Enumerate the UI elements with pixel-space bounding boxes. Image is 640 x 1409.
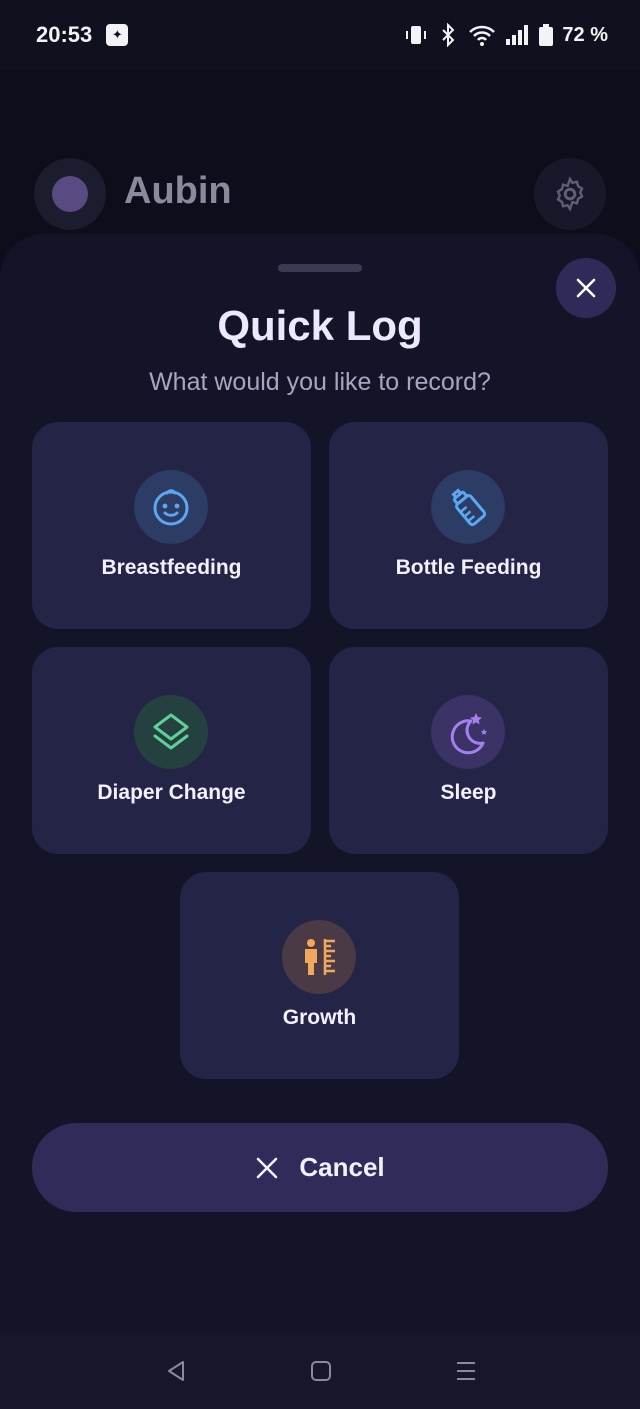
diaper-change-option[interactable]: Diaper Change (32, 647, 311, 854)
status-time: 20:53 (36, 22, 93, 47)
layers-icon (134, 695, 208, 769)
status-bar: 20:53 ✦ 72 % (0, 0, 640, 70)
drag-handle[interactable] (278, 264, 362, 272)
recents-button[interactable] (449, 1354, 483, 1388)
moon-stars-icon (431, 695, 505, 769)
sleep-label: Sleep (440, 781, 497, 804)
notification-app-icon: ✦ (106, 24, 129, 46)
system-nav-bar (0, 1332, 640, 1409)
status-icons: 72 % (404, 0, 608, 70)
height-ruler-icon (282, 920, 356, 994)
gear-icon (556, 176, 584, 212)
bottle-feeding-option[interactable]: Bottle Feeding (329, 422, 608, 629)
home-square-icon (311, 1361, 331, 1381)
sheet-title: Quick Log (217, 302, 423, 349)
sheet-subtitle: What would you like to record? (149, 368, 491, 396)
battery-icon (539, 24, 554, 46)
close-icon (576, 278, 596, 298)
back-triangle-icon (168, 1361, 184, 1381)
vibrate-icon (406, 26, 427, 44)
cancel-label: Cancel (299, 1152, 385, 1182)
wifi-icon (469, 25, 496, 46)
menu-lines-icon (457, 1362, 475, 1380)
cancel-button[interactable]: Cancel (32, 1123, 608, 1212)
quick-log-sheet: Quick Log What would you like to record?… (0, 234, 640, 1332)
back-button[interactable] (159, 1354, 193, 1388)
avatar-face (52, 176, 88, 212)
breastfeeding-option[interactable]: Breastfeeding (32, 422, 311, 629)
signal-icon (506, 25, 529, 45)
child-avatar[interactable] (34, 158, 106, 230)
bottle-feeding-label: Bottle Feeding (395, 556, 542, 579)
battery-percentage: 72 % (562, 23, 608, 46)
bottle-icon (431, 470, 505, 544)
home-button[interactable] (304, 1354, 338, 1388)
growth-label: Growth (282, 1006, 357, 1029)
growth-option[interactable]: Growth (180, 872, 459, 1079)
breastfeeding-label: Breastfeeding (101, 556, 242, 579)
diaper-change-label: Diaper Change (97, 781, 246, 804)
settings-button[interactable] (534, 158, 606, 230)
bluetooth-icon (442, 23, 455, 47)
child-name: Aubin (124, 170, 232, 212)
close-icon (257, 1157, 278, 1178)
sleep-option[interactable]: Sleep (329, 647, 608, 854)
baby-face-icon (134, 470, 208, 544)
